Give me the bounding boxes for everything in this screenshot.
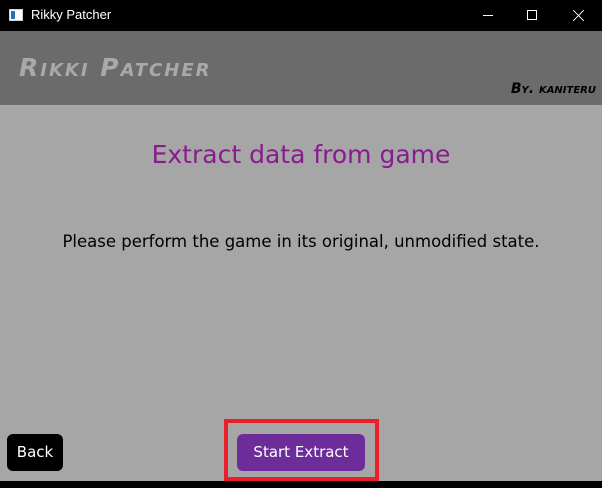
author-credit: By. kaniteru (510, 81, 596, 97)
close-icon (572, 9, 585, 22)
title-bar[interactable]: Rikky Patcher (0, 0, 602, 31)
minimize-icon (483, 15, 493, 16)
bottom-border (0, 481, 602, 488)
brand-title: Rikki Patcher (19, 53, 212, 82)
instruction-text: Please perform the game in its original,… (62, 232, 540, 251)
close-button[interactable] (556, 0, 602, 31)
start-extract-button[interactable]: Start Extract (237, 434, 365, 471)
maximize-button[interactable] (510, 0, 556, 31)
header-banner: Rikki Patcher By. kaniteru (0, 31, 602, 105)
window-title: Rikky Patcher (31, 7, 112, 22)
back-button[interactable]: Back (7, 434, 63, 471)
page-title: Extract data from game (151, 140, 451, 169)
minimize-button[interactable] (465, 0, 511, 31)
maximize-icon (527, 10, 537, 20)
app-window: Rikky Patcher Rikki Patcher By. kaniteru… (0, 0, 602, 488)
app-icon (9, 9, 23, 21)
